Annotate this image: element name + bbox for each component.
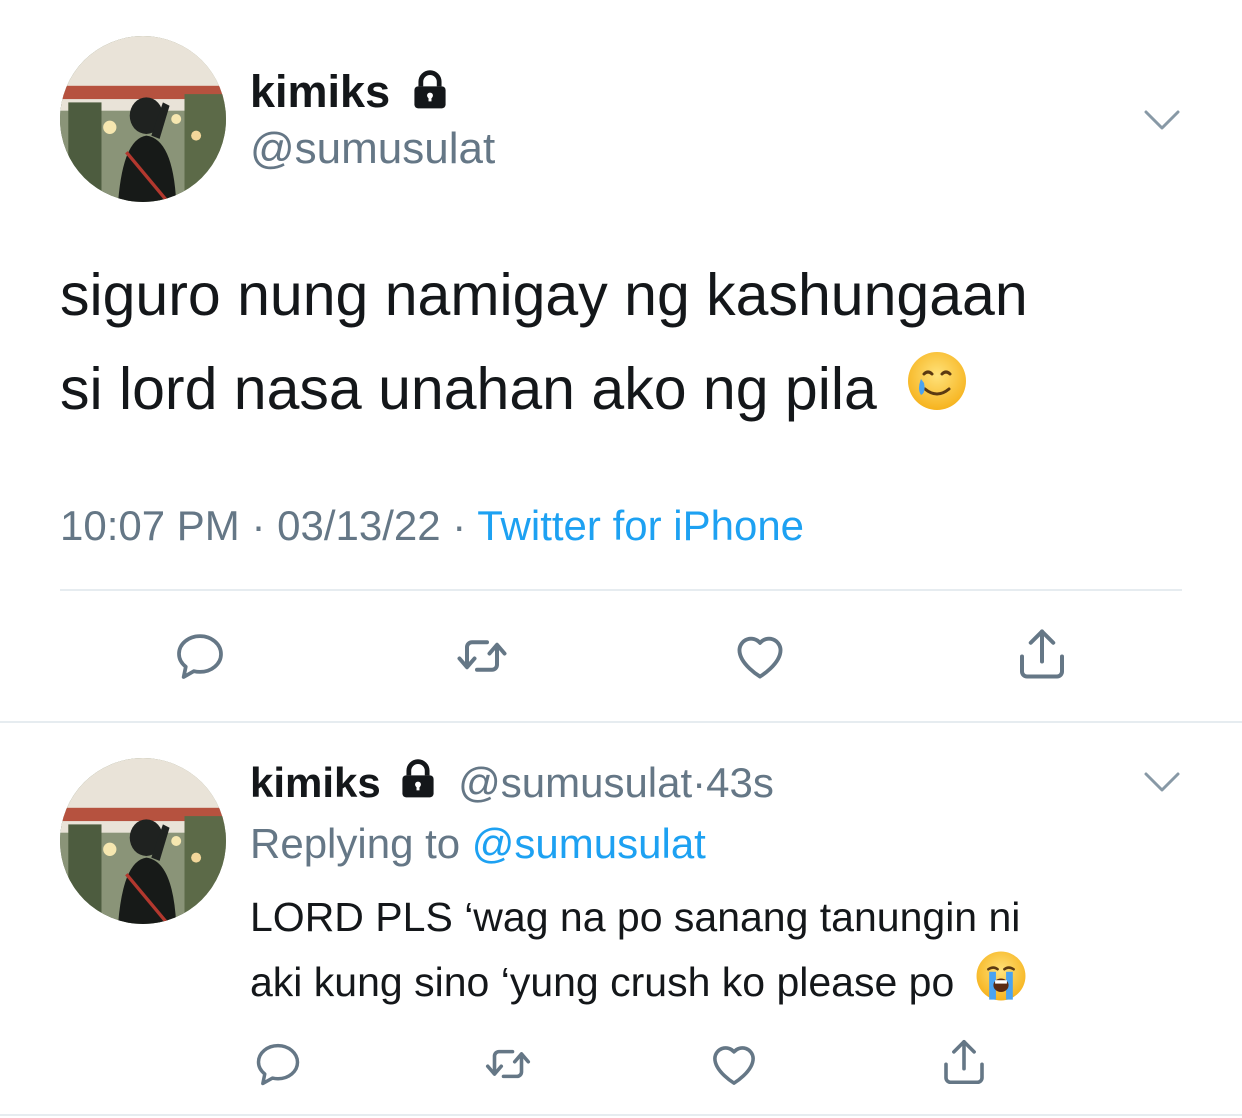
meta-separator: · xyxy=(692,759,707,806)
reply-button[interactable] xyxy=(170,626,230,686)
main-text-line-2: si lord nasa unahan ako ng pila xyxy=(60,342,1028,440)
main-avatar[interactable] xyxy=(60,36,226,202)
retweet-button[interactable] xyxy=(452,626,512,686)
reply-tweet-text: LORD PLS ‘wag na po sanang tanungin ni a… xyxy=(250,886,1028,1021)
reply-text-line-2: aki kung sino ‘yung crush ko please po xyxy=(250,949,1028,1021)
share-button[interactable] xyxy=(1012,622,1072,686)
meta-separator: · xyxy=(251,502,266,549)
retweet-button[interactable] xyxy=(480,1036,536,1092)
retweet-icon xyxy=(485,1049,531,1079)
like-button[interactable] xyxy=(730,626,790,686)
main-text-line-1: siguro nung namigay ng kashungaan xyxy=(60,262,1028,328)
share-icon xyxy=(944,1039,984,1085)
reply-icon xyxy=(177,634,223,679)
main-tweet-text: siguro nung namigay ng kashungaan si lor… xyxy=(60,248,1028,440)
tweet-separator xyxy=(0,721,1242,723)
reply-display-name[interactable]: kimiks xyxy=(250,759,381,806)
replying-to-line: Replying to @sumusulat xyxy=(250,817,706,871)
share-icon xyxy=(1020,629,1064,679)
main-handle[interactable]: @sumusulat xyxy=(250,122,495,176)
tweet-source-link[interactable]: Twitter for iPhone xyxy=(477,502,804,549)
reply-text-line-1: LORD PLS ‘wag na po sanang tanungin ni xyxy=(250,894,1021,940)
tweet-date: 03/13/22 xyxy=(277,502,441,549)
reply-avatar[interactable] xyxy=(60,758,226,924)
heart-icon xyxy=(713,1046,755,1085)
share-button[interactable] xyxy=(936,1032,992,1092)
chevron-down-icon[interactable] xyxy=(1140,762,1184,802)
main-display-name[interactable]: kimiks xyxy=(250,64,390,120)
avatar-image xyxy=(60,36,226,202)
smiling-face-with-tear-emoji xyxy=(905,346,969,440)
main-meta-divider xyxy=(60,589,1182,591)
replying-prefix: Replying to xyxy=(250,820,461,867)
meta-separator: · xyxy=(452,502,467,549)
like-button[interactable] xyxy=(706,1036,762,1092)
reply-header: kimiks @sumusulat·43s xyxy=(250,756,774,814)
reply-button[interactable] xyxy=(250,1036,306,1092)
reply-handle[interactable]: @sumusulat xyxy=(458,759,692,806)
bottom-divider xyxy=(0,1114,1242,1116)
tweet-time: 10:07 PM xyxy=(60,502,240,549)
retweet-icon xyxy=(457,640,507,672)
reply-icon xyxy=(256,1043,300,1086)
loudly-crying-face-emoji xyxy=(974,949,1028,1021)
chevron-down-icon[interactable] xyxy=(1140,100,1184,140)
reply-age[interactable]: 43s xyxy=(706,759,774,806)
heart-icon xyxy=(737,636,783,679)
avatar-image xyxy=(60,758,226,924)
replying-mention-link[interactable]: @sumusulat xyxy=(472,820,706,867)
main-tweet-meta: 10:07 PM · 03/13/22 · Twitter for iPhone xyxy=(60,500,804,552)
lock-icon xyxy=(396,757,440,814)
lock-icon xyxy=(408,68,452,112)
